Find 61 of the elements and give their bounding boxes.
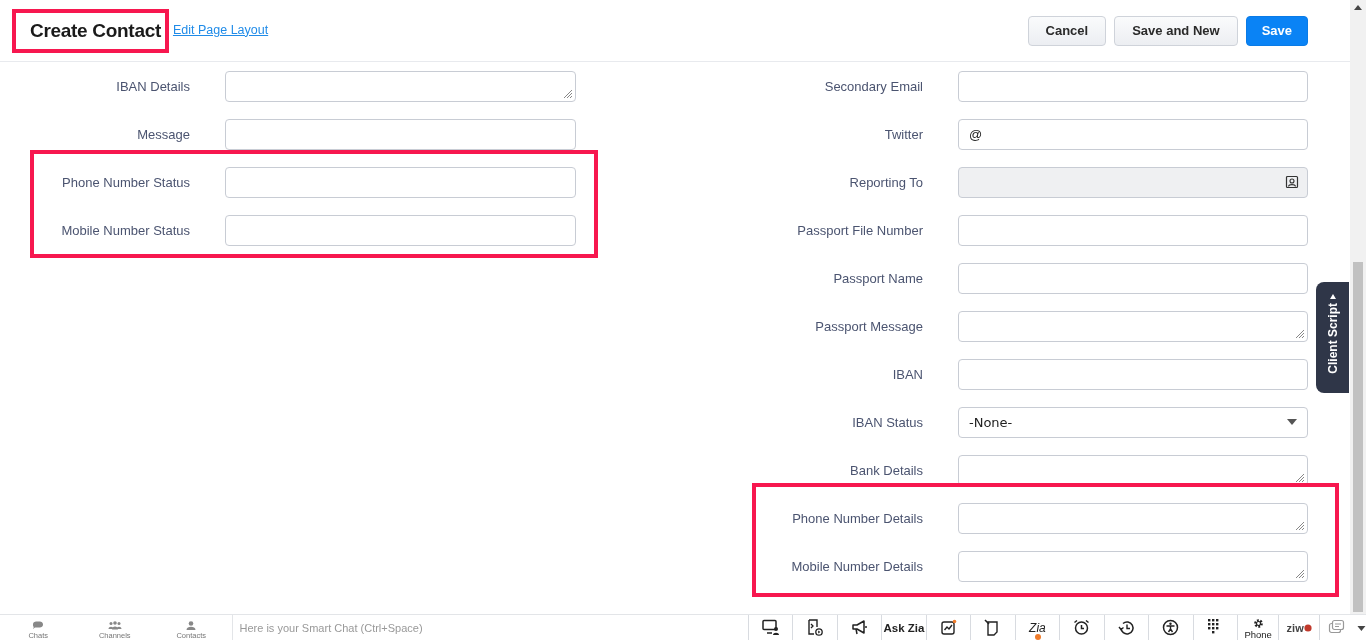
accessibility-icon[interactable] — [1162, 619, 1180, 636]
field-label: Mobile Number Status — [60, 222, 190, 238]
field-label: IBAN Details — [115, 78, 190, 94]
alarm-clock-icon[interactable] — [1073, 619, 1091, 636]
input-field[interactable] — [225, 166, 576, 198]
resize-grip-icon[interactable] — [1295, 472, 1304, 482]
field-label: IBAN Status — [851, 414, 923, 430]
dot-icon[interactable] — [1303, 623, 1312, 632]
field-label: Phone Number Details — [791, 510, 923, 526]
ask-zia-button[interactable]: Ask Zia — [883, 621, 925, 634]
field-label: Passport Message — [814, 318, 923, 334]
secondary-button[interactable]: Save and New — [1114, 15, 1238, 46]
resize-grip-icon[interactable] — [563, 88, 572, 98]
input-field[interactable] — [958, 358, 1308, 390]
save-button[interactable]: Save — [1245, 15, 1308, 46]
chart-card-icon[interactable] — [939, 619, 957, 636]
contact-card-icon[interactable] — [1285, 175, 1299, 189]
text-area[interactable] — [958, 454, 1308, 486]
field-label: IBAN — [891, 366, 923, 382]
zia-logo[interactable]: Zia — [1029, 620, 1046, 635]
scrollbar[interactable] — [1350, 0, 1366, 614]
field-label: Twitter — [883, 126, 923, 142]
field-label: Phone Number Status — [61, 174, 190, 190]
monitor-user-icon[interactable] — [761, 619, 779, 636]
input-field[interactable] — [225, 214, 576, 246]
resize-grip-icon[interactable] — [1295, 328, 1304, 338]
secondary-button[interactable]: Cancel — [1027, 15, 1107, 46]
input-field[interactable] — [225, 118, 576, 150]
phone-button[interactable]: Phone — [1237, 615, 1279, 640]
scroll-down-icon[interactable] — [1357, 626, 1366, 631]
field-label: Mobile Number Details — [790, 558, 923, 574]
field-label: Passport Name — [832, 270, 923, 286]
scrollbar-thumb[interactable] — [1353, 262, 1363, 612]
resize-grip-icon[interactable] — [1295, 520, 1304, 530]
speech-bubble-icon[interactable] — [31, 621, 46, 630]
scroll-up-icon[interactable] — [1354, 5, 1362, 10]
field-label: Bank Details — [849, 462, 923, 478]
field-label: Message — [136, 126, 190, 142]
notification-dot-icon[interactable] — [1034, 634, 1041, 640]
history-icon[interactable] — [1117, 619, 1135, 636]
client-script-tab[interactable]: Client Script — [1316, 282, 1349, 393]
document-play-icon[interactable] — [806, 619, 824, 636]
page-title: Create Contact — [30, 19, 161, 42]
input-field[interactable] — [958, 70, 1308, 102]
resize-grip-icon[interactable] — [1295, 568, 1304, 578]
select-field[interactable]: -None- — [958, 406, 1308, 438]
people-icon[interactable] — [107, 621, 122, 630]
input-field[interactable] — [958, 214, 1308, 246]
field-label: Passport File Number — [796, 222, 923, 238]
input-field[interactable]: @ — [958, 118, 1308, 150]
field-label: Reporting To — [848, 174, 923, 190]
caret-icon[interactable] — [1287, 419, 1297, 425]
edit-page-layout-link[interactable]: Edit Page Layout — [172, 22, 269, 37]
lookup-field[interactable] — [958, 166, 1308, 198]
stacked-cards-icon[interactable] — [1328, 619, 1346, 636]
field-label: Secondary Email — [823, 78, 923, 94]
ziwo-logo[interactable]: ziw — [1278, 615, 1320, 640]
megaphone-icon[interactable] — [850, 619, 868, 636]
caret-icon[interactable] — [1329, 294, 1336, 299]
gear-icon[interactable] — [1252, 618, 1264, 629]
input-field[interactable] — [958, 262, 1308, 294]
